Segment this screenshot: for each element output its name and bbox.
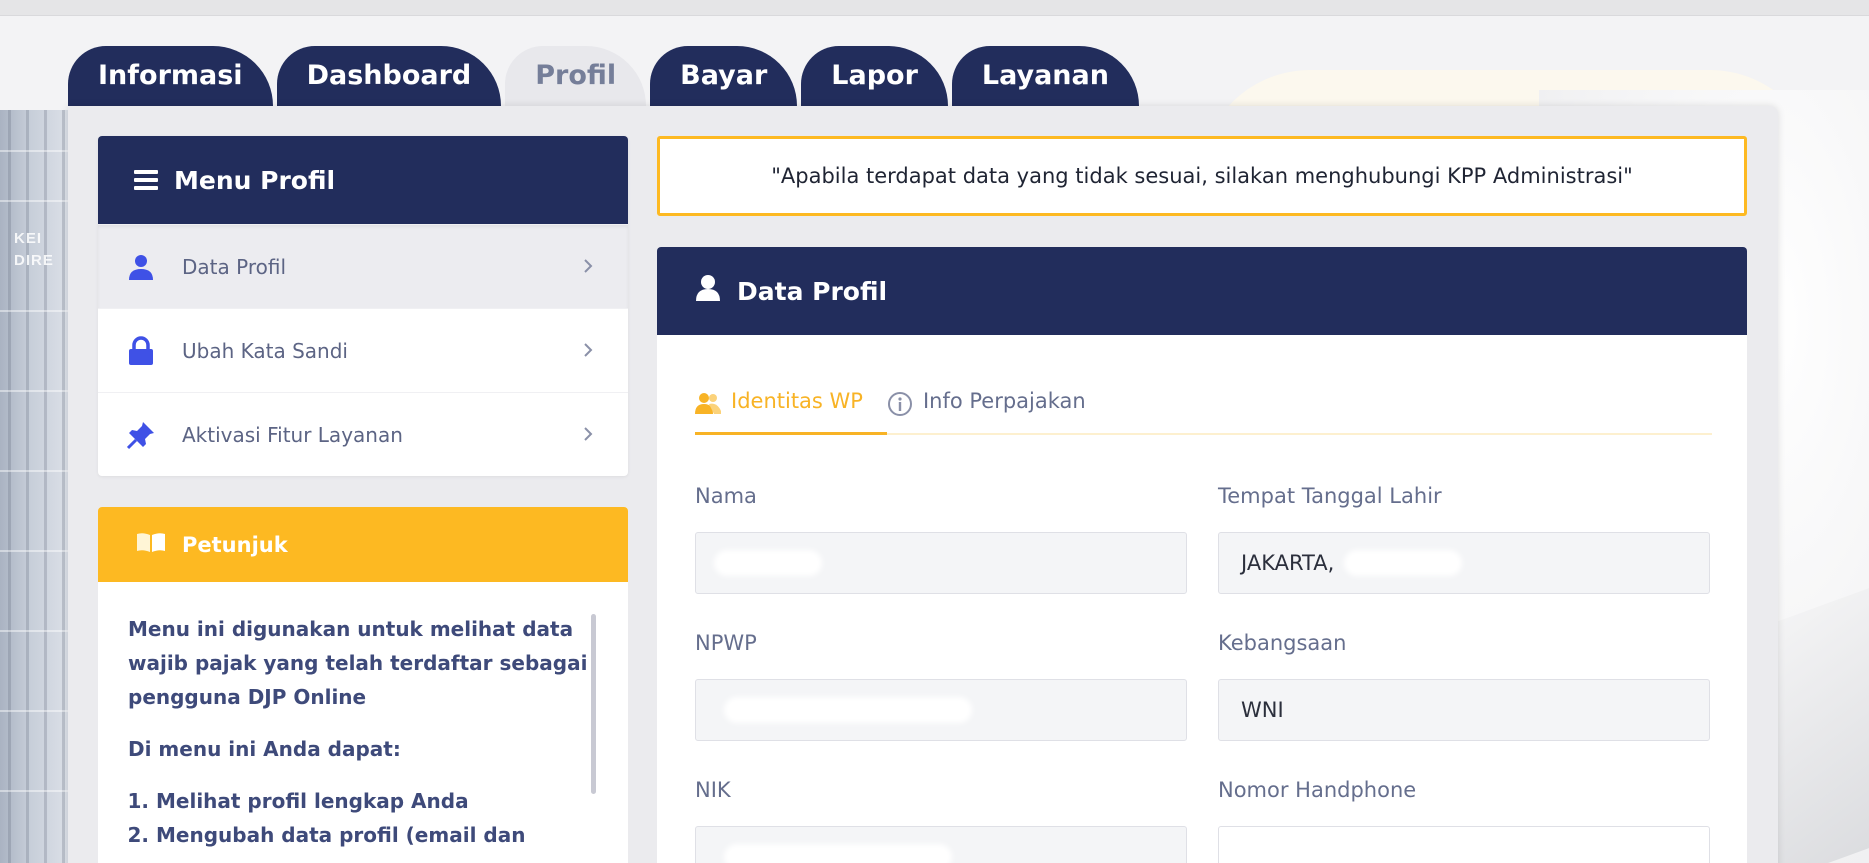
- data-profil-header: Data Profil: [657, 247, 1747, 335]
- menu-profil-title: Menu Profil: [174, 165, 336, 195]
- menu-item-label: Aktivasi Fitur Layanan: [182, 422, 403, 447]
- menu-item-data-profil[interactable]: Data Profil: [98, 224, 628, 308]
- subtab-label: Identitas WP: [731, 389, 863, 413]
- tab-bayar[interactable]: Bayar: [650, 46, 798, 106]
- browser-top-strip: [0, 0, 1869, 16]
- tempat-tanggal-lahir-label: Tempat Tanggal Lahir: [1218, 484, 1442, 508]
- tab-dashboard[interactable]: Dashboard: [276, 46, 502, 106]
- petunjuk-card: Petunjuk Menu ini digunakan untuk meliha…: [98, 507, 628, 863]
- data-profil-title: Data Profil: [737, 276, 888, 306]
- tab-profil[interactable]: Profil: [505, 46, 647, 106]
- nik-label: NIK: [695, 778, 731, 802]
- main-tabs: Informasi Dashboard Profil Bayar Lapor L…: [68, 46, 1143, 106]
- nik-field[interactable]: [695, 826, 1187, 863]
- pin-icon: [126, 420, 156, 450]
- nomor-handphone-label: Nomor Handphone: [1218, 778, 1417, 802]
- petunjuk-title: Petunjuk: [182, 532, 288, 557]
- tab-identitas-wp[interactable]: Identitas WP: [695, 389, 887, 435]
- list-item: Mengubah data profil (email dan: [156, 818, 598, 852]
- nomor-handphone-field[interactable]: [1218, 826, 1710, 863]
- main-container: Menu Profil Data Profil Ubah Kata Sandi …: [68, 106, 1778, 863]
- menu-item-ubah-kata-sandi[interactable]: Ubah Kata Sandi: [98, 308, 628, 392]
- menu-item-label: Data Profil: [182, 254, 286, 279]
- petunjuk-steps: Melihat profil lengkap Anda Mengubah dat…: [156, 784, 598, 852]
- lock-icon: [126, 335, 156, 366]
- tab-layanan[interactable]: Layanan: [951, 46, 1139, 106]
- data-profil-card: Data Profil Identitas WP Info Perpajakan…: [657, 247, 1747, 863]
- tab-info-perpajakan[interactable]: Info Perpajakan: [887, 389, 1110, 433]
- npwp-field[interactable]: [695, 679, 1187, 741]
- subtab-label: Info Perpajakan: [922, 389, 1086, 413]
- list-item: Melihat profil lengkap Anda: [156, 784, 598, 818]
- notice-banner: "Apabila terdapat data yang tidak sesuai…: [657, 136, 1747, 216]
- building-sign: KEI DIRE: [14, 230, 54, 269]
- menu-item-aktivasi-fitur-layanan[interactable]: Aktivasi Fitur Layanan: [98, 392, 628, 476]
- kebangsaan-label: Kebangsaan: [1218, 631, 1347, 655]
- menu-profil-header: Menu Profil: [98, 136, 628, 224]
- chevron-right-icon: [584, 259, 593, 273]
- background-building-image: KEI DIRE: [0, 110, 75, 863]
- user-icon: [695, 274, 721, 308]
- redacted-value: [728, 701, 968, 719]
- user-icon: [126, 252, 156, 282]
- notice-text: "Apabila terdapat data yang tidak sesuai…: [771, 164, 1633, 188]
- redacted-value: [718, 554, 818, 572]
- info-icon: [887, 391, 913, 422]
- users-icon: [695, 391, 721, 420]
- petunjuk-body[interactable]: Menu ini digunakan untuk melihat data wa…: [98, 582, 628, 863]
- chevron-right-icon: [584, 427, 593, 441]
- petunjuk-intro: Menu ini digunakan untuk melihat data wa…: [128, 617, 588, 709]
- npwp-label: NPWP: [695, 631, 757, 655]
- menu-profil-card: Menu Profil Data Profil Ubah Kata Sandi …: [98, 136, 628, 476]
- redacted-value: [728, 848, 948, 863]
- tempat-tanggal-lahir-field[interactable]: JAKARTA,: [1218, 532, 1710, 594]
- redacted-value: [1348, 554, 1459, 572]
- kebangsaan-value: WNI: [1241, 698, 1284, 722]
- kebangsaan-field[interactable]: WNI: [1218, 679, 1710, 741]
- book-icon: [136, 531, 166, 558]
- hamburger-icon: [134, 170, 158, 190]
- ttl-value: JAKARTA,: [1241, 551, 1335, 575]
- nama-label: Nama: [695, 484, 757, 508]
- tab-lapor[interactable]: Lapor: [801, 46, 948, 106]
- petunjuk-header: Petunjuk: [98, 507, 628, 582]
- chevron-right-icon: [584, 343, 593, 357]
- menu-item-label: Ubah Kata Sandi: [182, 338, 348, 363]
- nama-field[interactable]: [695, 532, 1187, 594]
- petunjuk-subheading: Di menu ini Anda dapat:: [128, 737, 401, 761]
- profile-subtabs: Identitas WP Info Perpajakan: [695, 389, 1712, 435]
- tab-informasi[interactable]: Informasi: [68, 46, 273, 106]
- scrollbar[interactable]: [591, 614, 596, 794]
